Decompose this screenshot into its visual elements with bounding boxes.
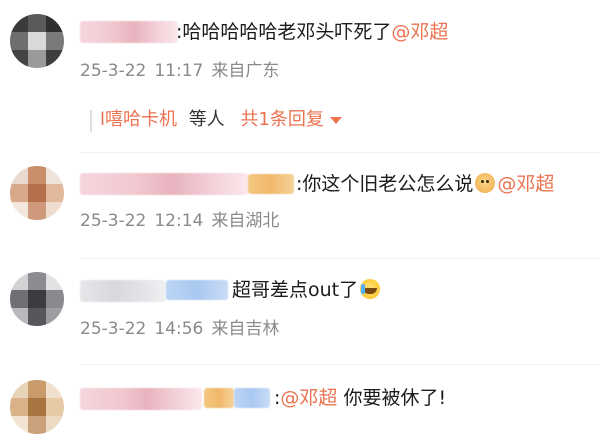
comment-date: 25-3-22 (80, 211, 147, 231)
comment-date: 25-3-22 (80, 319, 147, 339)
comment-text: :@邓超 你要被休了! (274, 387, 447, 409)
reply-suffix: 等人 (188, 109, 225, 130)
username[interactable] (80, 21, 178, 43)
comment-text: 超哥差点out了 (232, 278, 382, 302)
reply-indicator-bar (90, 110, 92, 132)
comment-text: :哈哈哈哈哈老邓头吓死了@邓超 (176, 21, 449, 43)
dog-face-icon (475, 173, 496, 193)
comment-location: 来自广东 (211, 61, 280, 81)
comment-text: :你这个旧老公怎么说 @邓超 (296, 173, 555, 195)
comment-location: 来自吉林 (211, 319, 280, 339)
mention-link[interactable]: @邓超 (391, 21, 448, 43)
comment-item: :你这个旧老公怎么说 @邓超 25-3-22 12:14 来自湖北 (0, 152, 600, 258)
user-badge (166, 280, 228, 300)
chevron-down-icon (329, 116, 342, 124)
comment-time: 11:17 (154, 61, 204, 81)
comment-location: 来自湖北 (211, 211, 280, 231)
comment-date: 25-3-22 (80, 61, 147, 81)
username[interactable] (80, 280, 166, 302)
user-badge (204, 388, 234, 408)
comment-item: :哈哈哈哈哈老邓头吓死了@邓超 25-3-22 11:17 来自广东 l嘻哈卡机 等… (0, 0, 600, 150)
comment-item: :@邓超 你要被休了! (0, 364, 600, 434)
mention-link[interactable]: @邓超 (280, 387, 337, 409)
mention-link[interactable]: @邓超 (497, 173, 554, 195)
reply-summary[interactable]: l嘻哈卡机 等人 共1条回复 (100, 107, 342, 133)
avatar[interactable] (10, 14, 64, 68)
comment-item: 超哥差点out了 25-3-22 14:56 来自吉林 (0, 258, 600, 364)
comment-time: 12:14 (154, 211, 204, 231)
comment-meta: 25-3-22 11:17 来自广东 (80, 60, 279, 82)
view-replies-button[interactable]: 共1条回复 (240, 109, 342, 130)
comment-meta: 25-3-22 12:14 来自湖北 (80, 210, 279, 232)
username[interactable] (80, 388, 202, 410)
crying-laughing-icon (360, 279, 381, 299)
user-badge (248, 174, 294, 194)
comment-time: 14:56 (154, 319, 204, 339)
user-badge (234, 388, 270, 408)
comment-meta: 25-3-22 14:56 来自吉林 (80, 318, 279, 340)
avatar[interactable] (10, 272, 64, 326)
reply-user-link[interactable]: l嘻哈卡机 (100, 109, 177, 130)
username[interactable] (80, 173, 248, 195)
avatar[interactable] (10, 166, 64, 220)
